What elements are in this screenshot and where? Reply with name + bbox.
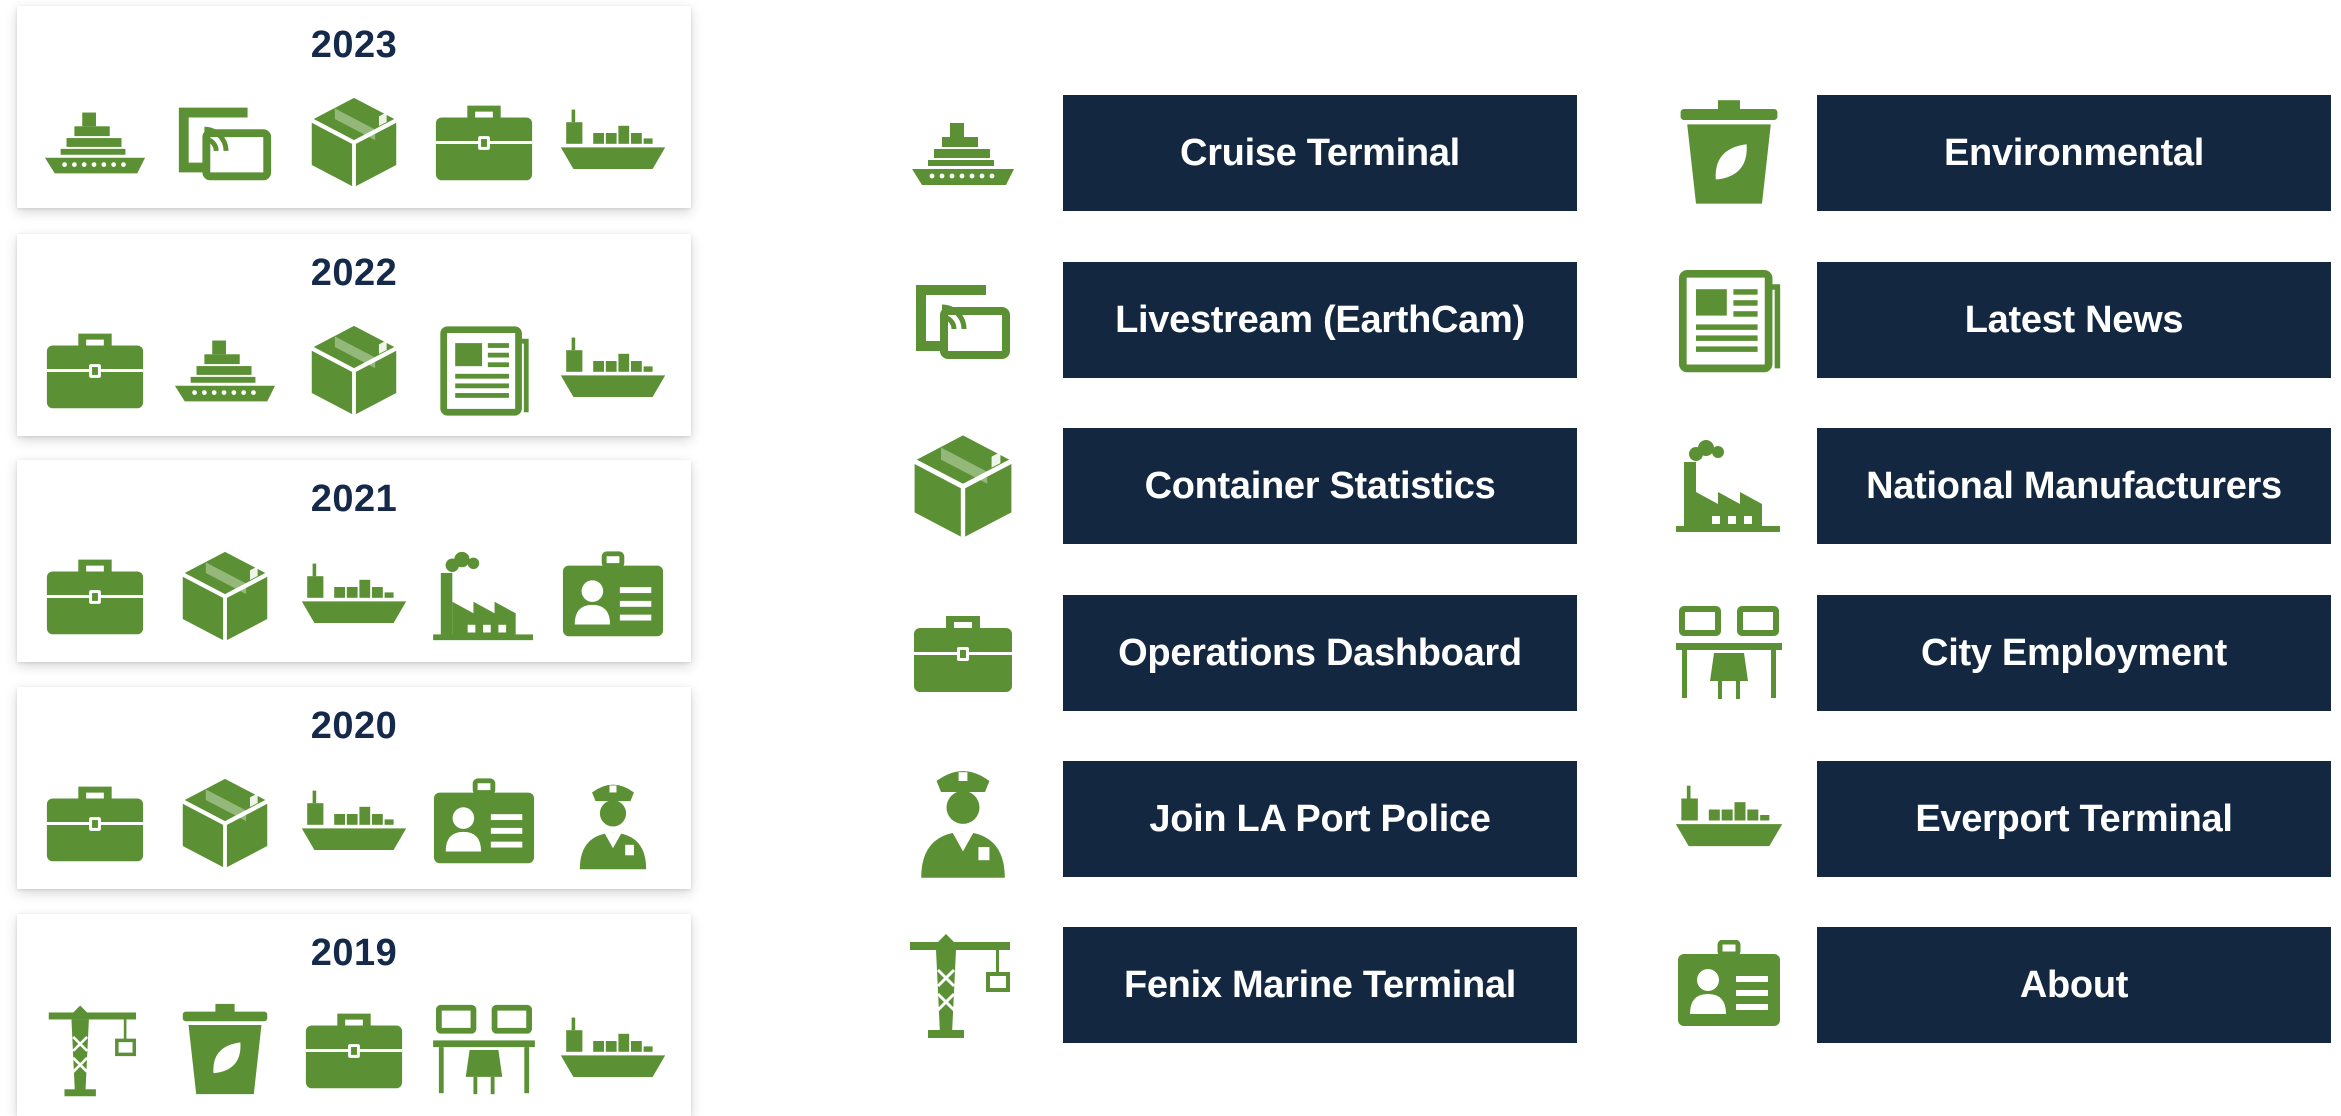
container-icon[interactable] (171, 548, 279, 644)
container-icon[interactable] (300, 94, 408, 190)
newspaper-icon[interactable] (430, 322, 538, 418)
year-card-2020: 2020 (17, 687, 691, 889)
year-card-2022: 2022 (17, 234, 691, 436)
id-card-icon[interactable] (559, 548, 667, 644)
briefcase-icon[interactable] (41, 322, 149, 418)
livestream-icon[interactable] (908, 270, 1018, 370)
cruise-ship-icon[interactable] (41, 94, 149, 190)
fenix-marine-terminal-button[interactable]: Fenix Marine Terminal (1063, 927, 1577, 1043)
container-statistics-button[interactable]: Container Statistics (1063, 428, 1577, 544)
latest-news-button[interactable]: Latest News (1817, 262, 2331, 378)
cruise-terminal-button[interactable]: Cruise Terminal (1063, 95, 1577, 211)
id-card-icon[interactable] (1674, 935, 1784, 1035)
crane-icon[interactable] (908, 934, 1018, 1038)
police-officer-icon[interactable] (559, 775, 667, 871)
year-label: 2023 (310, 24, 398, 66)
year-label: 2021 (310, 478, 398, 520)
briefcase-icon[interactable] (430, 94, 538, 190)
cruise-ship-icon[interactable] (171, 322, 279, 418)
livestream-icon[interactable] (171, 94, 279, 190)
about-button[interactable]: About (1817, 927, 2331, 1043)
city-employment-button[interactable]: City Employment (1817, 595, 2331, 711)
livestream-earthcam-button[interactable]: Livestream (EarthCam) (1063, 262, 1577, 378)
year-icon-row (41, 94, 667, 190)
year-label: 2022 (310, 252, 398, 294)
national-manufacturers-button[interactable]: National Manufacturers (1817, 428, 2331, 544)
police-officer-icon[interactable] (908, 769, 1018, 878)
cargo-ship-icon[interactable] (559, 94, 667, 190)
briefcase-icon[interactable] (41, 548, 149, 644)
recycle-bin-icon[interactable] (171, 1002, 279, 1098)
container-icon[interactable] (908, 435, 1018, 537)
cargo-ship-icon[interactable] (1674, 769, 1784, 869)
environmental-button[interactable]: Environmental (1817, 95, 2331, 211)
year-icon-row (41, 322, 667, 418)
factory-icon[interactable] (430, 548, 538, 644)
year-card-2023: 2023 (17, 6, 691, 208)
briefcase-icon[interactable] (908, 603, 1018, 703)
newspaper-icon[interactable] (1674, 269, 1784, 373)
year-label: 2019 (310, 932, 398, 974)
operations-dashboard-button[interactable]: Operations Dashboard (1063, 595, 1577, 711)
year-card-2021: 2021 (17, 460, 691, 662)
factory-icon[interactable] (1674, 436, 1784, 536)
cargo-ship-icon[interactable] (559, 322, 667, 418)
year-card-2019: 2019 (17, 914, 691, 1116)
workstations-icon[interactable] (1674, 603, 1784, 703)
everport-terminal-button[interactable]: Everport Terminal (1817, 761, 2331, 877)
cargo-ship-icon[interactable] (300, 775, 408, 871)
cargo-ship-icon[interactable] (300, 548, 408, 644)
cruise-ship-icon[interactable] (908, 103, 1018, 203)
recycle-bin-icon[interactable] (1674, 100, 1784, 204)
year-icon-row (41, 548, 667, 644)
workstations-icon[interactable] (430, 1002, 538, 1098)
container-icon[interactable] (171, 775, 279, 871)
year-icon-row (41, 1002, 667, 1098)
year-icon-row (41, 775, 667, 871)
briefcase-icon[interactable] (41, 775, 149, 871)
crane-icon[interactable] (41, 1002, 149, 1098)
id-card-icon[interactable] (430, 775, 538, 871)
join-la-port-police-button[interactable]: Join LA Port Police (1063, 761, 1577, 877)
cargo-ship-icon[interactable] (559, 1002, 667, 1098)
briefcase-icon[interactable] (300, 1002, 408, 1098)
container-icon[interactable] (300, 322, 408, 418)
year-label: 2020 (310, 705, 398, 747)
